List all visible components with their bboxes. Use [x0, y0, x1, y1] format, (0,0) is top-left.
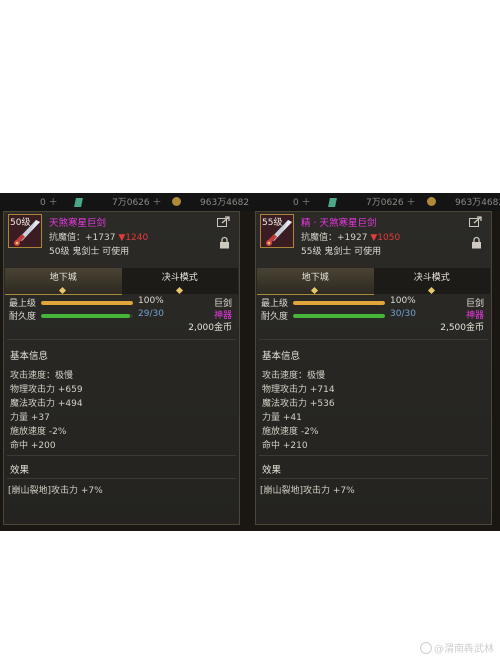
resist-row: 抗魔值：+1927 ▼1050: [301, 233, 401, 243]
currency-amount: 7万0626 ＋: [366, 198, 416, 208]
gold-coin-icon: [172, 197, 181, 206]
durability-value: 30/30: [390, 309, 416, 319]
stat-line: 施放速度 -2%: [10, 427, 67, 437]
max-level-bar: [293, 301, 385, 305]
resist-value: +1927: [337, 233, 368, 243]
lock-icon[interactable]: [219, 236, 230, 249]
tab-indicator: [59, 286, 67, 295]
watermark-icon: [420, 642, 432, 654]
resist-decrease: ▼1050: [370, 233, 401, 243]
resist-row: 抗魔值：+1737 ▼1240: [49, 233, 149, 243]
divider: [259, 478, 488, 479]
share-icon[interactable]: [217, 216, 230, 227]
stat-line: 命中 +210: [262, 441, 308, 451]
level-badge: 50级: [10, 218, 31, 228]
mode-tabs: 地下城 决斗模式: [257, 268, 490, 295]
tab-pvp[interactable]: 决斗模式: [373, 268, 490, 295]
stat-line: 魔法攻击力 +494: [10, 399, 83, 409]
divider: [7, 478, 236, 479]
resist-decrease: ▼1240: [118, 233, 149, 243]
durability-value: 29/30: [138, 309, 164, 319]
stat-line: 物理攻击力 +659: [10, 385, 83, 395]
gem-icon: [328, 198, 337, 207]
section-title-basic: 基本信息: [262, 351, 301, 362]
resist-value: +1737: [85, 233, 116, 243]
max-level-label: 最上级: [9, 299, 37, 309]
gold-coin-icon: [427, 197, 436, 206]
share-icon[interactable]: [469, 216, 482, 227]
item-count: 0 ＋: [40, 198, 58, 208]
divider: [7, 455, 236, 456]
divider: [259, 455, 488, 456]
watermark: @渭南犇武林: [420, 640, 494, 655]
requirement-text: 55级 鬼剑士 可使用: [301, 247, 382, 257]
currency-amount: 7万0626 ＋: [112, 198, 162, 208]
max-level-value: 100%: [138, 296, 164, 306]
item-count: 0 ＋: [293, 198, 311, 208]
section-title-effect: 效果: [262, 465, 282, 476]
durability-bar: [293, 314, 385, 318]
section-title-basic: 基本信息: [10, 351, 49, 362]
item-icon: 50级: [8, 214, 42, 248]
tab-dungeon[interactable]: 地下城: [257, 268, 374, 295]
item-name: 天煞寒星巨剑: [49, 218, 107, 229]
effect-text: [崩山裂地]攻击力 +7%: [8, 486, 103, 496]
item-tooltip-card: 50级 天煞寒星巨剑 抗魔值：+1737 ▼1240 50级 鬼剑士 可使用 地…: [3, 211, 240, 525]
tab-pvp[interactable]: 决斗模式: [121, 268, 238, 295]
divider: [259, 339, 488, 340]
durability-label: 耐久度: [261, 312, 289, 322]
tab-indicator: [311, 286, 319, 295]
gold-amount: 963万4682: [200, 198, 250, 208]
item-price: 2,000金币: [188, 323, 232, 333]
durability-bar: [41, 314, 133, 318]
stat-line: 攻击速度：极慢: [10, 371, 74, 381]
gem-icon: [74, 198, 83, 207]
max-level-value: 100%: [390, 296, 416, 306]
mode-tabs: 地下城 决斗模式: [5, 268, 238, 295]
lock-icon[interactable]: [471, 236, 482, 249]
tab-dungeon[interactable]: 地下城: [5, 268, 122, 295]
effect-text: [崩山裂地]攻击力 +7%: [260, 486, 355, 496]
max-level-label: 最上级: [261, 299, 289, 309]
stat-line: 施放速度 -2%: [262, 427, 319, 437]
stat-line: 力量 +41: [262, 413, 302, 423]
level-badge: 55级: [262, 218, 283, 228]
tab-indicator: [175, 286, 183, 295]
stat-line: 魔法攻击力 +536: [262, 399, 335, 409]
stat-line: 物理攻击力 +714: [262, 385, 335, 395]
tab-indicator: [427, 286, 435, 295]
stat-line: 攻击速度：极慢: [262, 371, 326, 381]
item-name: 精 · 天煞寒星巨剑: [301, 218, 377, 229]
requirement-text: 50级 鬼剑士 可使用: [49, 247, 130, 257]
item-icon: 55级: [260, 214, 294, 248]
currency-strip: 0 ＋ 7万0626 ＋ 963万4682 0 ＋ 7万0626 ＋ 963万4…: [0, 193, 500, 211]
durability-label: 耐久度: [9, 312, 37, 322]
divider: [7, 339, 236, 340]
item-tooltip-card: 55级 精 · 天煞寒星巨剑 抗魔值：+1927 ▼1050 55级 鬼剑士 可…: [255, 211, 492, 525]
stat-line: 力量 +37: [10, 413, 50, 423]
gold-amount: 963万4682: [455, 198, 500, 208]
stat-line: 命中 +200: [10, 441, 56, 451]
section-title-effect: 效果: [10, 465, 30, 476]
item-price: 2,500金币: [440, 323, 484, 333]
max-level-bar: [41, 301, 133, 305]
